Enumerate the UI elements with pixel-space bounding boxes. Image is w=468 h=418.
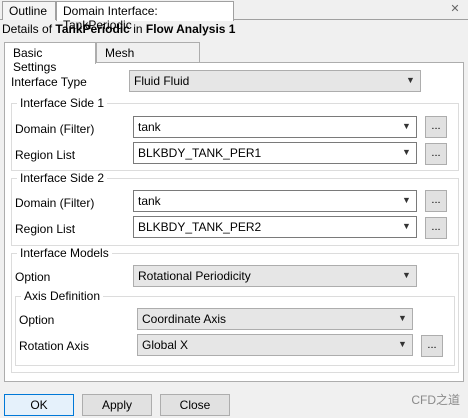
models-option-value: Rotational Periodicity bbox=[138, 269, 251, 283]
side2-region-label: Region List bbox=[15, 222, 76, 236]
side1-region-label: Region List bbox=[15, 148, 76, 162]
side1-domain-value: tank bbox=[138, 120, 161, 134]
interface-side-1-title: Interface Side 1 bbox=[17, 96, 108, 110]
rotation-axis-value: Global X bbox=[142, 338, 189, 352]
settings-panel: Interface Type Fluid Fluid ▼ Interface S… bbox=[4, 62, 464, 382]
chevron-down-icon: ▼ bbox=[402, 221, 411, 231]
side2-region-browse-button[interactable]: ... bbox=[425, 217, 447, 239]
side1-domain-label: Domain (Filter) bbox=[15, 122, 95, 136]
side2-region-value: BLKBDY_TANK_PER2 bbox=[138, 220, 262, 234]
axis-option-select[interactable]: Coordinate Axis ▼ bbox=[137, 308, 413, 330]
side1-region-browse-button[interactable]: ... bbox=[425, 143, 447, 165]
subtab-bar: Basic Settings Mesh Connection bbox=[4, 42, 464, 74]
side2-domain-browse-button[interactable]: ... bbox=[425, 190, 447, 212]
ok-button[interactable]: OK bbox=[4, 394, 74, 416]
interface-models-title: Interface Models bbox=[17, 246, 112, 260]
interface-type-select[interactable]: Fluid Fluid ▼ bbox=[129, 70, 421, 92]
apply-button[interactable]: Apply bbox=[82, 394, 152, 416]
side1-region-value: BLKBDY_TANK_PER1 bbox=[138, 146, 262, 160]
interface-type-value: Fluid Fluid bbox=[134, 74, 190, 88]
interface-side-2-title: Interface Side 2 bbox=[17, 171, 108, 185]
details-analysis: Flow Analysis 1 bbox=[145, 22, 236, 36]
tab-basic-label: Basic Settings bbox=[13, 46, 57, 74]
tab-basic-settings[interactable]: Basic Settings bbox=[4, 42, 96, 74]
details-prefix: Details of bbox=[2, 22, 53, 36]
tab-outline[interactable]: Outline bbox=[2, 1, 56, 20]
axis-definition-title: Axis Definition bbox=[21, 289, 104, 303]
models-option-select[interactable]: Rotational Periodicity ▼ bbox=[133, 265, 417, 287]
chevron-down-icon: ▼ bbox=[406, 75, 415, 85]
chevron-down-icon: ▼ bbox=[398, 339, 407, 349]
interface-type-label: Interface Type bbox=[11, 75, 87, 89]
close-icon[interactable]: ✕ bbox=[448, 2, 462, 16]
chevron-down-icon: ▼ bbox=[398, 313, 407, 323]
rotation-axis-label: Rotation Axis bbox=[19, 339, 90, 353]
axis-option-label: Option bbox=[19, 313, 55, 327]
tab-mesh-connection[interactable]: Mesh Connection bbox=[96, 42, 200, 74]
watermark: CFD之道 bbox=[411, 393, 460, 407]
tab-domain-interface[interactable]: Domain Interface: TankPeriodic bbox=[56, 1, 234, 32]
chevron-down-icon: ▼ bbox=[402, 147, 411, 157]
side1-domain-browse-button[interactable]: ... bbox=[425, 116, 447, 138]
tab-outline-label: Outline bbox=[9, 4, 48, 18]
side2-domain-value: tank bbox=[138, 194, 161, 208]
side1-region-input[interactable]: BLKBDY_TANK_PER1 ▼ bbox=[133, 142, 417, 164]
rotation-axis-browse-button[interactable]: ... bbox=[421, 335, 443, 357]
details-name: TankPeriodic bbox=[55, 22, 130, 36]
side1-domain-input[interactable]: tank ▼ bbox=[133, 116, 417, 138]
rotation-axis-select[interactable]: Global X ▼ bbox=[137, 334, 413, 356]
side2-region-input[interactable]: BLKBDY_TANK_PER2 ▼ bbox=[133, 216, 417, 238]
side2-domain-input[interactable]: tank ▼ bbox=[133, 190, 417, 212]
chevron-down-icon: ▼ bbox=[402, 121, 411, 131]
axis-option-value: Coordinate Axis bbox=[142, 312, 227, 326]
side2-domain-label: Domain (Filter) bbox=[15, 196, 95, 210]
chevron-down-icon: ▼ bbox=[402, 270, 411, 280]
chevron-down-icon: ▼ bbox=[402, 195, 411, 205]
models-option-label: Option bbox=[15, 270, 51, 284]
tab-bar: Outline Domain Interface: TankPeriodic ✕ bbox=[0, 0, 468, 32]
details-mid: in bbox=[133, 22, 143, 36]
details-title: Details of TankPeriodic in Flow Analysis… bbox=[2, 22, 235, 36]
close-button[interactable]: Close bbox=[160, 394, 230, 416]
